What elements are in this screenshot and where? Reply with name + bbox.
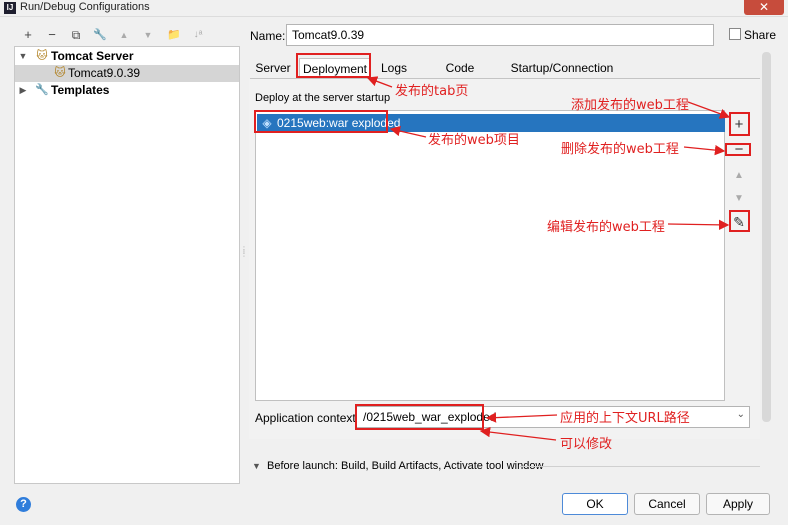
annotation-editable: 可以修改	[560, 437, 613, 452]
annotation-remove-web: 删除发布的web工程	[561, 142, 679, 157]
annotation-edit-web: 编辑发布的web工程	[547, 220, 665, 235]
annotation-tab-page: 发布的tab页	[395, 84, 469, 99]
annotation-arrows	[366, 76, 731, 441]
annotation-web-project: 发布的web项目	[428, 133, 520, 148]
annotation-context-path: 应用的上下文URL路径	[560, 411, 690, 426]
annotation-add-web: 添加发布的web工程	[571, 98, 689, 113]
